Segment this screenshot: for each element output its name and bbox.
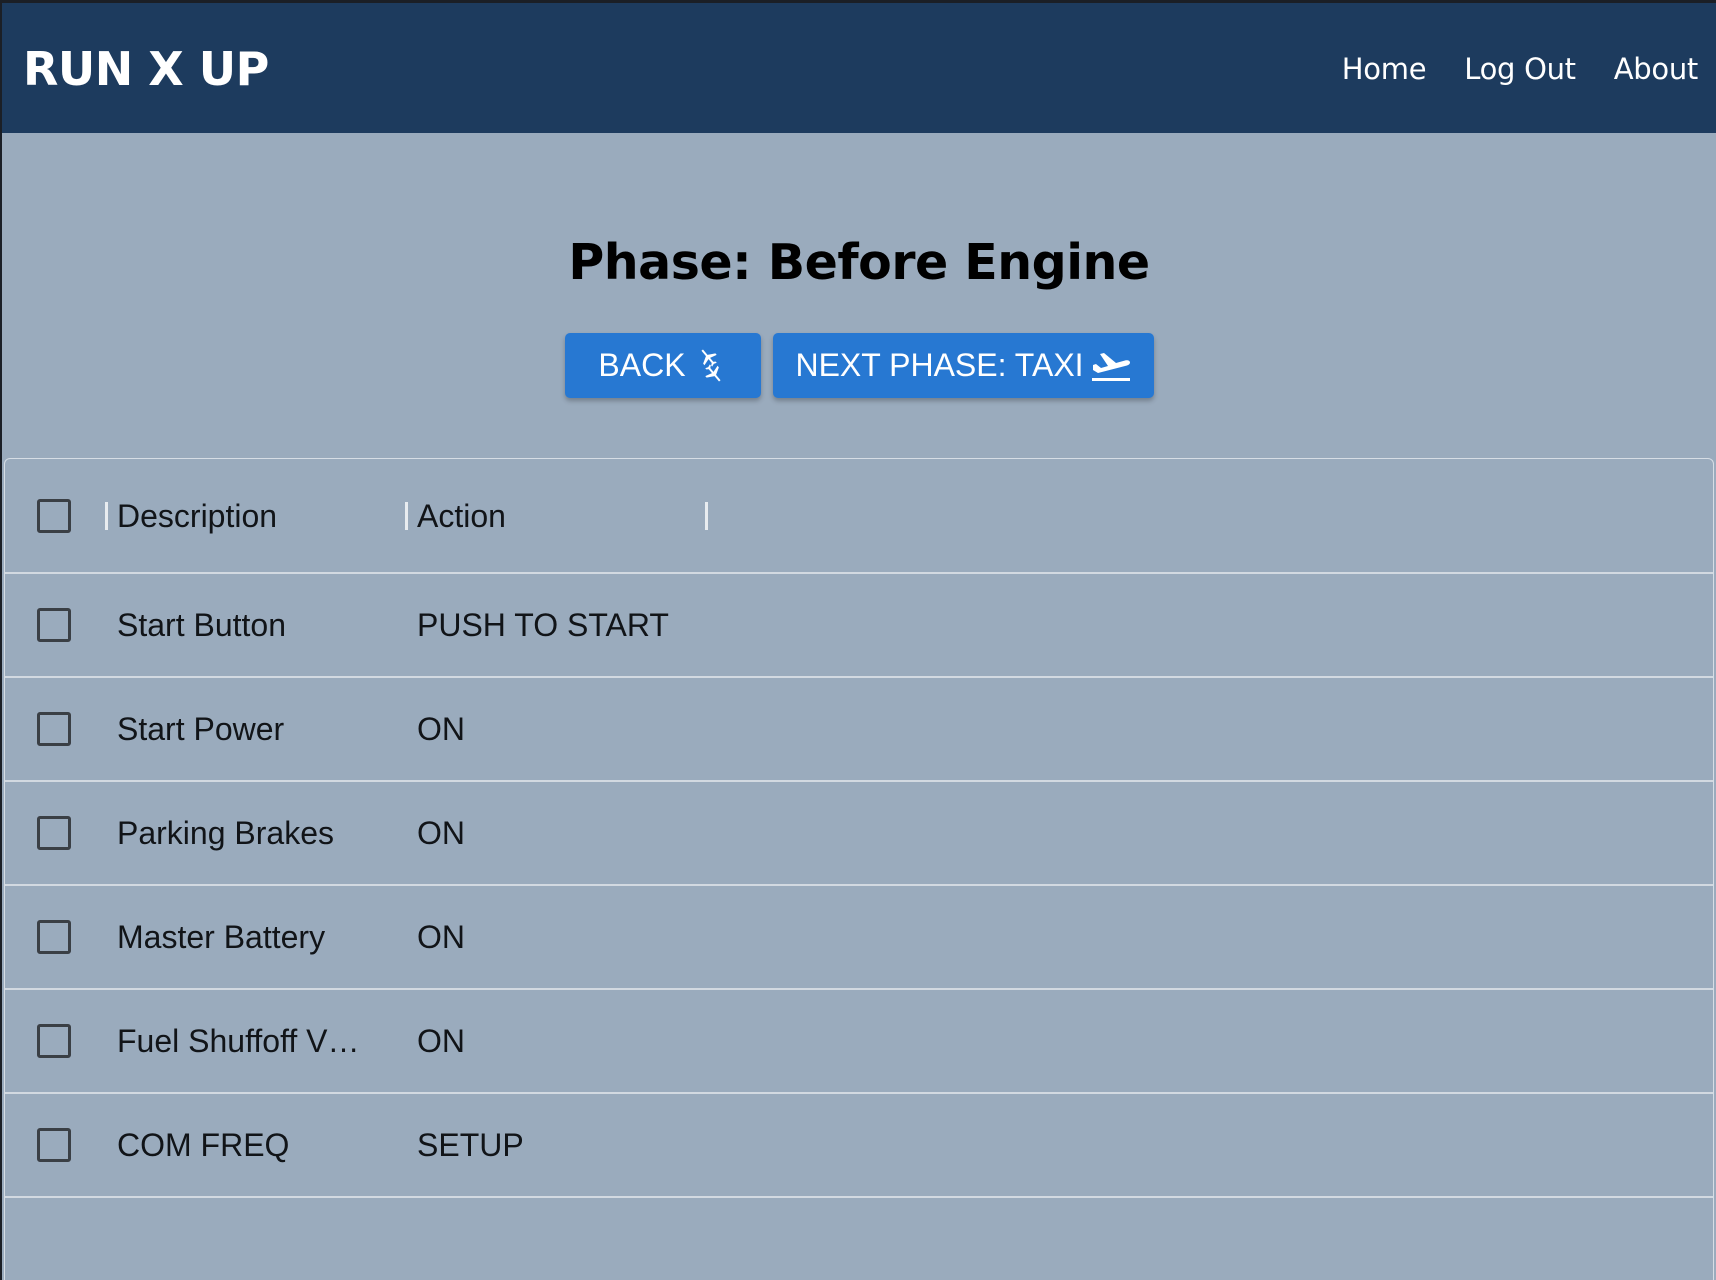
app-window: RUN X UP Home Log Out About Phase: Befor… xyxy=(2,3,1716,1280)
row-checkbox[interactable] xyxy=(37,1024,71,1058)
table-row[interactable]: Parking Brakes ON xyxy=(5,782,1713,886)
next-phase-label: NEXT PHASE: TAXI xyxy=(795,347,1084,383)
table-row[interactable]: Start Power ON xyxy=(5,678,1713,782)
row-description: Start Button xyxy=(117,607,286,643)
connecting-airports-icon xyxy=(692,346,728,386)
row-description: COM FREQ xyxy=(117,1127,290,1163)
navbar: RUN X UP Home Log Out About xyxy=(2,3,1716,133)
row-checkbox[interactable] xyxy=(37,1128,71,1162)
row-description: Parking Brakes xyxy=(117,815,334,851)
table-row[interactable]: Master Battery ON xyxy=(5,886,1713,990)
nav-link-about[interactable]: About xyxy=(1614,39,1699,99)
back-button[interactable]: BACK xyxy=(565,333,761,398)
row-description: Start Power xyxy=(117,711,285,747)
column-header-description[interactable]: Description xyxy=(117,496,277,536)
row-action: ON xyxy=(417,815,465,851)
flight-takeoff-icon xyxy=(1090,348,1132,384)
table-header: Description Action xyxy=(5,459,1713,574)
row-action: PUSH TO START xyxy=(417,607,669,643)
nav-link-logout[interactable]: Log Out xyxy=(1464,39,1576,99)
table-row[interactable]: Start Button PUSH TO START xyxy=(5,574,1713,678)
row-checkbox[interactable] xyxy=(37,920,71,954)
column-separator[interactable] xyxy=(105,502,108,530)
select-all-checkbox[interactable] xyxy=(37,499,71,533)
brand-logo[interactable]: RUN X UP xyxy=(23,39,269,99)
row-action: SETUP xyxy=(417,1127,524,1163)
table-row[interactable]: Fuel Shuffoff V… ON xyxy=(5,990,1713,1094)
row-action: ON xyxy=(417,711,465,747)
row-description: Master Battery xyxy=(117,919,326,955)
row-action: ON xyxy=(417,1023,465,1059)
checklist-table: Description Action Start Button PUSH TO … xyxy=(4,458,1714,1280)
column-header-action[interactable]: Action xyxy=(417,496,506,536)
table-row[interactable]: COM FREQ SETUP xyxy=(5,1094,1713,1198)
row-description: Fuel Shuffoff V… xyxy=(117,1023,360,1059)
next-phase-button[interactable]: NEXT PHASE: TAXI xyxy=(773,333,1154,398)
back-button-label: BACK xyxy=(598,347,686,383)
page-title: Phase: Before Engine xyxy=(568,234,1150,291)
nav-link-home[interactable]: Home xyxy=(1342,39,1427,99)
nav-links: Home Log Out About xyxy=(1342,39,1699,99)
row-checkbox[interactable] xyxy=(37,816,71,850)
row-checkbox[interactable] xyxy=(37,712,71,746)
column-separator[interactable] xyxy=(405,502,408,530)
row-action: ON xyxy=(417,919,465,955)
column-separator[interactable] xyxy=(705,502,708,530)
row-checkbox[interactable] xyxy=(37,608,71,642)
